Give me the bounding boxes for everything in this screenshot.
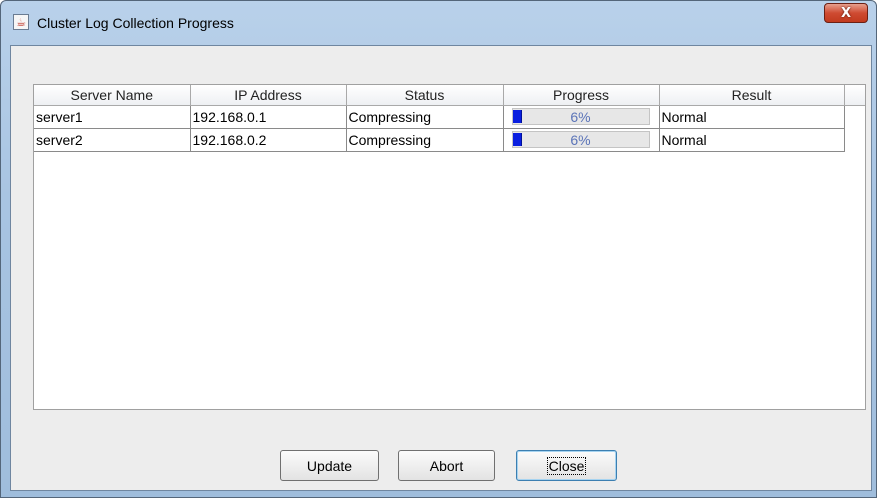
column-header-progress[interactable]: Progress — [503, 85, 660, 106]
progress-percent: 6% — [570, 108, 591, 125]
cell-ip-address: 192.168.0.2 — [190, 128, 347, 152]
header-spacer — [844, 85, 865, 106]
cell-progress: 6% — [503, 128, 660, 152]
table-header-row: Server Name IP Address Status Progress R… — [34, 85, 865, 106]
cell-status: Compressing — [346, 128, 504, 152]
column-header-ip-address[interactable]: IP Address — [190, 85, 347, 106]
cell-result: Normal — [659, 128, 845, 152]
progress-percent: 6% — [570, 131, 591, 148]
table-row[interactable]: server2 192.168.0.2 Compressing 6% Norma… — [34, 128, 865, 152]
progress-bar: 6% — [511, 131, 650, 148]
cell-status: Compressing — [346, 105, 504, 129]
cell-server-name: server1 — [34, 105, 191, 129]
column-header-result[interactable]: Result — [659, 85, 845, 106]
dialog-window: ☕ Cluster Log Collection Progress X Serv… — [0, 0, 877, 498]
cell-progress: 6% — [503, 105, 660, 129]
abort-button[interactable]: Abort — [398, 450, 495, 481]
close-button[interactable]: Close — [516, 450, 617, 481]
java-cup-icon: ☕ — [13, 14, 29, 30]
cell-server-name: server2 — [34, 128, 191, 152]
cell-result: Normal — [659, 105, 845, 129]
dialog-content: Server Name IP Address Status Progress R… — [10, 45, 872, 491]
window-title: Cluster Log Collection Progress — [37, 15, 234, 31]
column-header-status[interactable]: Status — [346, 85, 504, 106]
progress-bar: 6% — [511, 108, 650, 125]
close-button-label: Close — [546, 456, 587, 475]
title-bar[interactable]: ☕ Cluster Log Collection Progress X — [1, 1, 876, 45]
update-button[interactable]: Update — [280, 450, 379, 481]
server-progress-table: Server Name IP Address Status Progress R… — [33, 84, 866, 410]
close-window-button[interactable]: X — [824, 3, 868, 23]
table-row[interactable]: server1 192.168.0.1 Compressing 6% Norma… — [34, 105, 865, 129]
column-header-server-name[interactable]: Server Name — [34, 85, 191, 106]
cell-ip-address: 192.168.0.1 — [190, 105, 347, 129]
progress-grid: Server Name IP Address Status Progress R… — [34, 85, 865, 152]
close-icon: X — [840, 5, 852, 21]
